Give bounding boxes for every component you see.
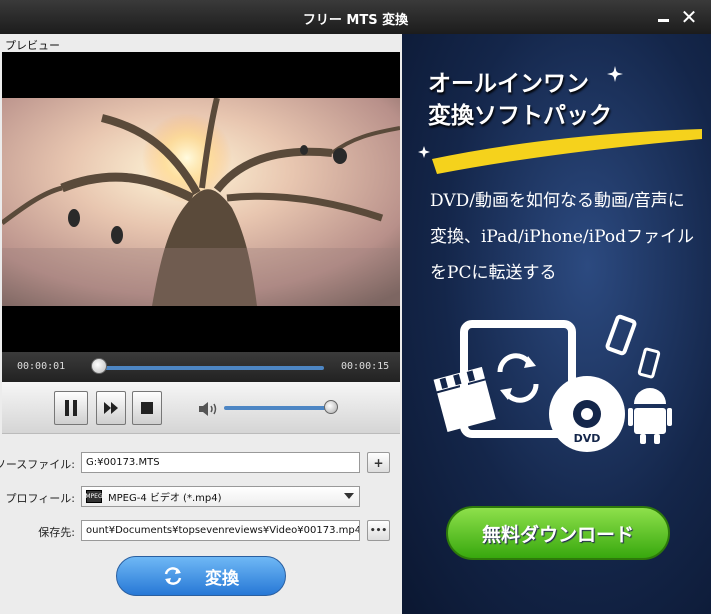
video-preview[interactable] [2, 52, 400, 352]
main-panel: プレビュー 00:00:01 00:00:15 ソースファイル: G:¥0017… [0, 34, 402, 614]
convert-label: 変換 [205, 568, 239, 589]
app-window: フリー MTS 変換 ✕ プレビュー 00:00:01 00:00:15 ソース… [0, 0, 711, 614]
ad-description-line2: 変換、iPad/iPhone/iPodファイル [430, 227, 694, 247]
save-row: 保存先: ount¥Documents¥topsevenreviews¥Vide… [0, 520, 402, 542]
ad-title-line1: オールインワン [428, 71, 589, 97]
ad-title-line2: 変換ソフトパック [428, 103, 612, 129]
phone-icon [605, 314, 637, 356]
window-title: フリー MTS 変換 [302, 13, 409, 28]
volume-track[interactable] [224, 406, 332, 410]
chevron-down-icon [344, 493, 354, 499]
seek-track[interactable] [92, 366, 324, 370]
browse-button[interactable]: ••• [367, 520, 390, 541]
save-path-field[interactable]: ount¥Documents¥topsevenreviews¥Video¥001… [81, 520, 360, 541]
add-file-button[interactable]: + [367, 452, 390, 473]
save-label: 保存先: [38, 526, 75, 539]
current-time: 00:00:01 [17, 361, 66, 372]
profile-select[interactable]: MPEG MPEG-4 ビデオ (*.mp4) [81, 486, 360, 507]
preview-label: プレビュー [5, 39, 60, 52]
minimize-button[interactable] [654, 8, 672, 26]
ad-panel[interactable]: オールインワン 変換ソフトパック DVD/動画を如何なる動画/音声に 変換、iP… [402, 34, 711, 614]
clapperboard-icon [433, 366, 496, 432]
stop-button[interactable] [132, 391, 162, 425]
free-download-button[interactable]: 無料ダウンロード [446, 506, 670, 560]
playback-controls [2, 382, 400, 434]
seek-bar-area: 00:00:01 00:00:15 [2, 352, 400, 382]
small-phone-icon [637, 347, 661, 379]
volume-icon [199, 402, 217, 416]
stop-icon [141, 402, 153, 414]
total-time: 00:00:15 [341, 361, 390, 372]
volume-slider-handle[interactable] [324, 400, 338, 414]
seek-slider-handle[interactable] [90, 358, 107, 374]
close-button[interactable]: ✕ [680, 7, 698, 27]
video-frame-image [2, 98, 400, 306]
pause-icon [65, 400, 77, 416]
mpeg-format-icon: MPEG [85, 490, 103, 503]
dvd-label: DVD [574, 432, 601, 445]
fast-forward-icon [104, 402, 118, 414]
device-illustration: DVD [433, 314, 672, 452]
ad-description-line3: をPCに転送する [430, 263, 557, 283]
profile-label: プロフィール: [5, 492, 76, 505]
convert-button[interactable]: 変換 [116, 556, 286, 596]
profile-selected-value: MPEG-4 ビデオ (*.mp4) [108, 493, 222, 504]
profile-row: プロフィール: MPEG MPEG-4 ビデオ (*.mp4) [0, 486, 402, 508]
next-frame-button[interactable] [96, 391, 126, 425]
source-row: ソースファイル: G:¥00173.MTS + [0, 452, 402, 474]
source-label: ソースファイル: [0, 458, 75, 471]
source-file-field[interactable]: G:¥00173.MTS [81, 452, 360, 473]
ad-description-line1: DVD/動画を如何なる動画/音声に [430, 191, 685, 211]
title-bar[interactable]: フリー MTS 変換 ✕ [0, 0, 711, 34]
refresh-icon [164, 567, 182, 585]
android-icon [628, 388, 672, 444]
pause-button[interactable] [54, 391, 88, 425]
video-frame [2, 98, 400, 306]
